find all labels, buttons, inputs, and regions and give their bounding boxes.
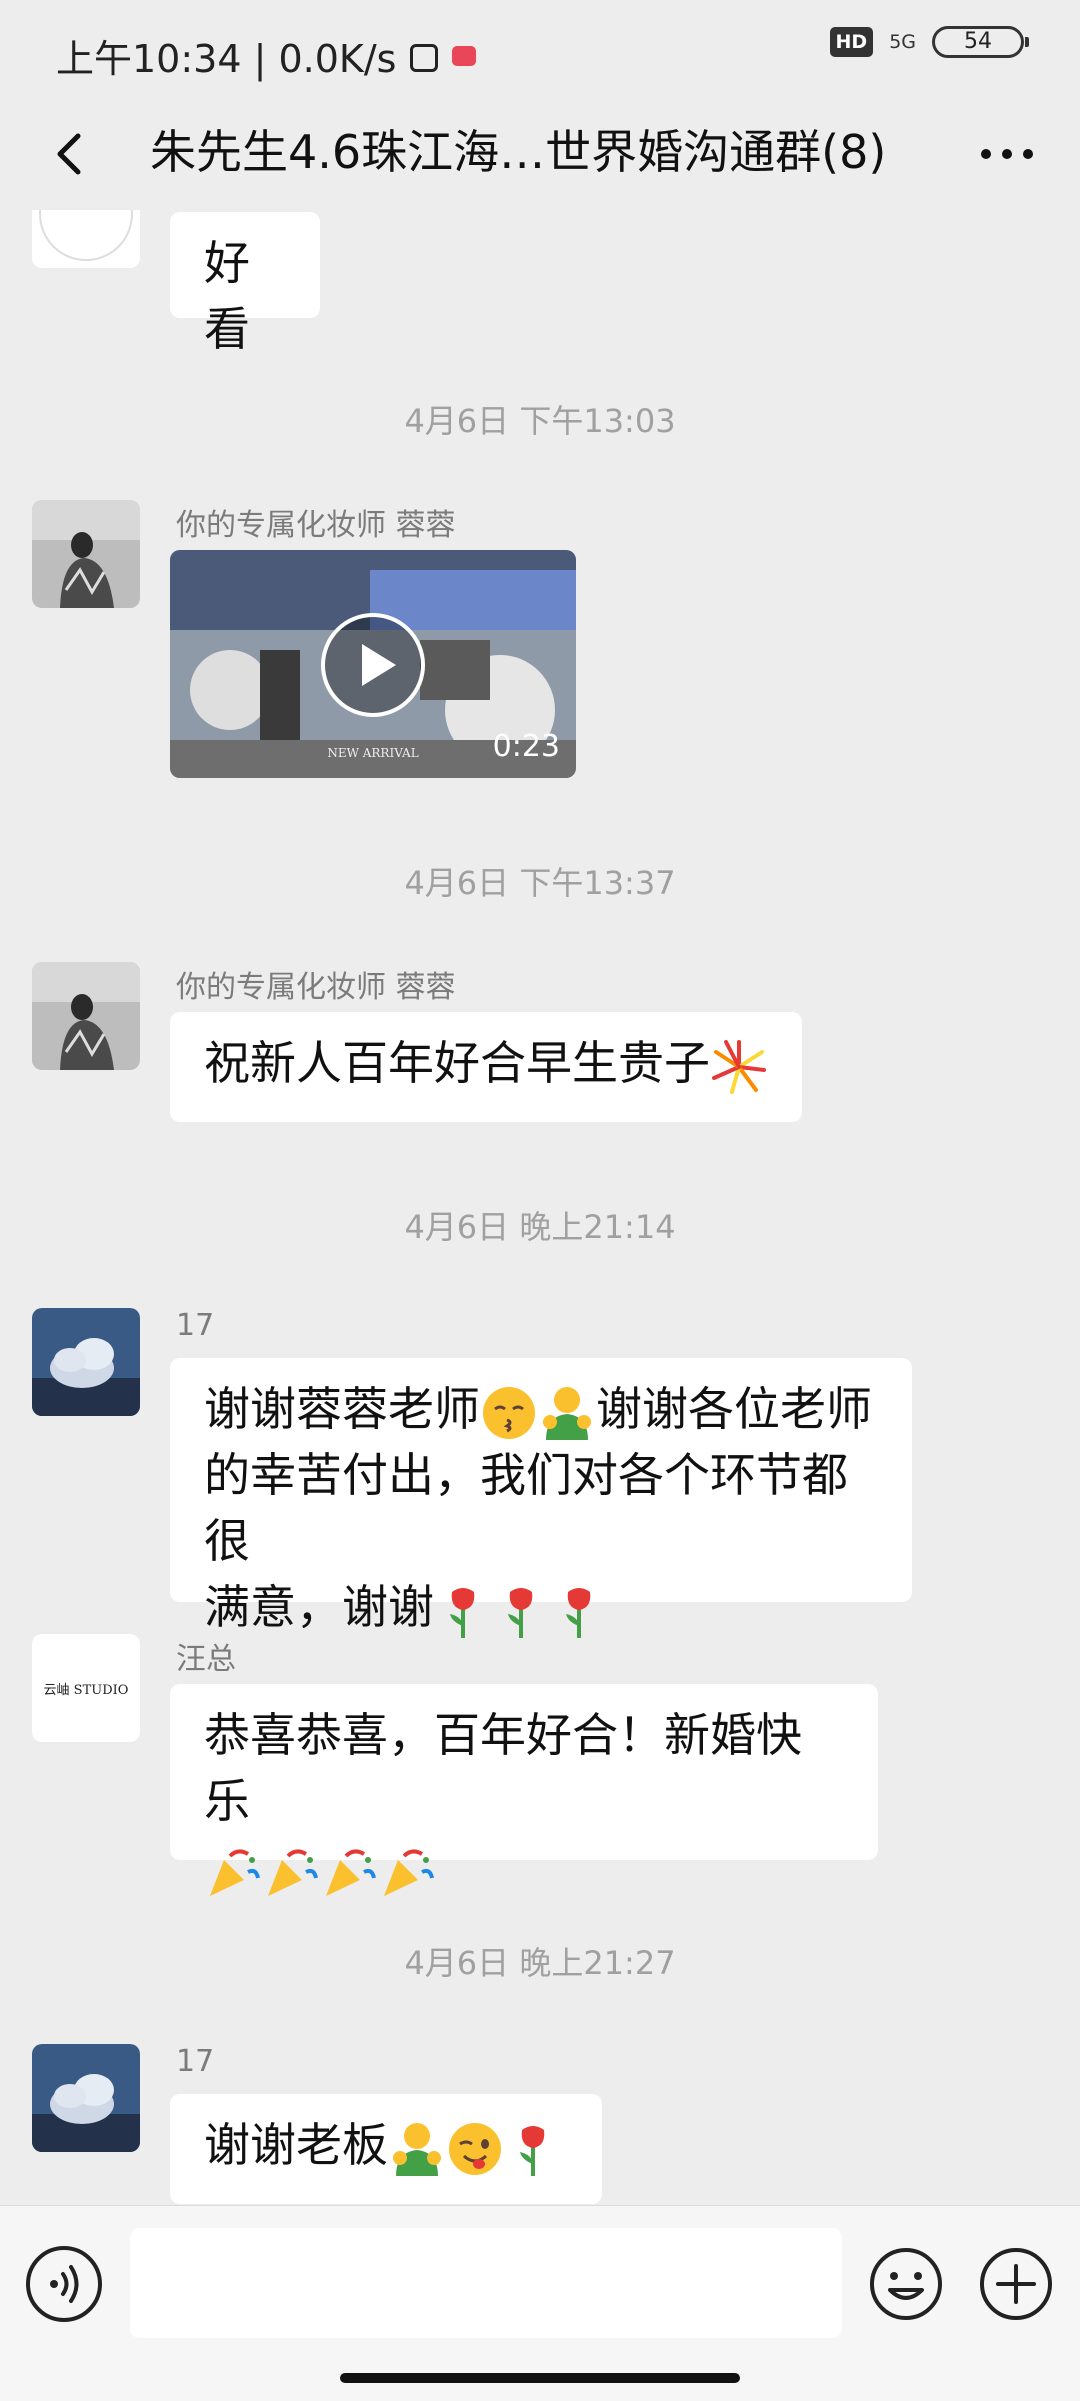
more-dots-icon [981, 149, 1033, 159]
avatar-cloud-icon [32, 2044, 140, 2152]
avatar[interactable] [32, 962, 140, 1070]
avatar[interactable]: 云岫 STUDIO [32, 1634, 140, 1742]
sender-name: 汪总 [176, 1642, 236, 1677]
sender-name: 你的专属化妆师 蓉蓉 [176, 970, 456, 1005]
message-bubble[interactable]: 好看 [170, 212, 320, 356]
avatar[interactable] [32, 1308, 140, 1416]
chat-message-list[interactable]: 好看 4月6日 下午13:03 你的专属化妆师 蓉蓉 NEW ARRIVAL 0… [0, 210, 1080, 2205]
message-bubble[interactable]: 恭喜恭喜，百年好合！新婚快乐 [170, 1684, 878, 1896]
message-text: 谢谢各位老师 [596, 1382, 872, 1436]
hd-badge: HD [829, 27, 874, 57]
kissing-face-emoji-icon [483, 1386, 535, 1439]
avatar[interactable] [32, 210, 140, 268]
voice-wave-icon [50, 2265, 79, 2303]
rose-emoji-icon [520, 2125, 545, 2176]
sender-name: 你的专属化妆师 蓉蓉 [176, 508, 456, 543]
emoji-button[interactable] [868, 2246, 944, 2322]
more-options-button[interactable] [972, 118, 1042, 188]
timestamp: 4月6日 晚上21:14 [404, 1208, 676, 1246]
rose-emoji-icon [508, 1587, 533, 1638]
message-bubble[interactable]: 谢谢蓉蓉老师 谢谢各位老师 的幸苦付出，我们对各个环节都很 满意，谢谢 [170, 1358, 912, 1638]
message-line [204, 1834, 844, 1900]
party-popper-emoji-icon [384, 1848, 434, 1896]
notification-icon [410, 43, 439, 72]
app-notification-icon [452, 45, 477, 66]
timestamp: 4月6日 下午13:03 [404, 402, 676, 440]
message-text: 满意，谢谢 [204, 1580, 434, 1634]
fireworks-emoji-icon [712, 1039, 766, 1094]
title-bar: 朱先生4.6珠江海…世界婚沟通群(8) [0, 100, 1080, 210]
message-line: 满意，谢谢 [204, 1574, 878, 1640]
timestamp: 4月6日 晚上21:27 [404, 1944, 676, 1982]
network-label: 5G [889, 31, 916, 53]
video-thumbnail[interactable]: NEW ARRIVAL 0:23 [170, 550, 576, 778]
winking-tongue-emoji-icon [449, 2122, 501, 2175]
input-bar [0, 2205, 1080, 2401]
message-text: 恭喜恭喜，百年好合！新婚快乐 [204, 1708, 802, 1828]
hug-figure-emoji-icon [543, 1386, 591, 1440]
party-popper-emoji-icon [268, 1848, 318, 1896]
play-icon[interactable] [318, 610, 428, 720]
message-text: 祝新人百年好合早生贵子 [204, 1036, 710, 1090]
message-text: 好看 [204, 236, 250, 356]
smiley-icon [870, 2248, 942, 2320]
party-popper-emoji-icon [210, 1848, 260, 1896]
rose-emoji-icon [566, 1587, 591, 1638]
status-right: HD 5G 54 [829, 26, 1029, 58]
message-bubble[interactable]: 谢谢老板 [170, 2094, 602, 2204]
back-arrow-icon [57, 133, 81, 175]
message-line: 谢谢蓉蓉老师 谢谢各位老师 [204, 1376, 878, 1442]
avatar-cloud-icon [32, 1308, 140, 1416]
plus-icon [980, 2248, 1052, 2320]
status-time-speed: 上午10:34 | 0.0K/s [56, 37, 397, 81]
back-button[interactable] [38, 118, 108, 188]
status-bar: 上午10:34 | 0.0K/s HD 5G 54 [0, 0, 1080, 100]
rose-emoji-icon [450, 1587, 475, 1638]
hug-figure-emoji-icon [393, 2122, 441, 2176]
signal-icon: 5G [889, 31, 916, 53]
message-input[interactable] [130, 2228, 842, 2338]
sender-name: 17 [176, 2044, 215, 2079]
avatar[interactable] [32, 2044, 140, 2152]
avatar-logo-icon [39, 210, 133, 261]
avatar-photo-icon [32, 962, 140, 1070]
sender-name: 17 [176, 1308, 215, 1343]
avatar-photo-icon [32, 500, 140, 608]
status-left: 上午10:34 | 0.0K/s [56, 28, 477, 83]
studio-logo: 云岫 STUDIO [43, 1682, 129, 1698]
message-line: 的幸苦付出，我们对各个环节都很 [204, 1442, 878, 1574]
message-text: 的幸苦付出，我们对各个环节都很 [204, 1448, 848, 1568]
message-text: 谢谢老板 [204, 2118, 388, 2172]
voice-input-button[interactable] [26, 2246, 102, 2322]
party-popper-emoji-icon [326, 1848, 376, 1896]
message-line: 恭喜恭喜，百年好合！新婚快乐 [204, 1702, 844, 1834]
more-functions-button[interactable] [978, 2246, 1054, 2322]
message-bubble[interactable]: 祝新人百年好合早生贵子 [170, 1012, 802, 1122]
timestamp: 4月6日 下午13:37 [404, 864, 676, 902]
home-indicator[interactable] [340, 2373, 740, 2383]
video-duration: 0:23 [492, 729, 560, 764]
message-text: 谢谢蓉蓉老师 [204, 1382, 480, 1436]
avatar[interactable] [32, 500, 140, 608]
battery-icon: 54 [932, 26, 1029, 58]
chat-title: 朱先生4.6珠江海…世界婚沟通群(8) [150, 125, 887, 179]
